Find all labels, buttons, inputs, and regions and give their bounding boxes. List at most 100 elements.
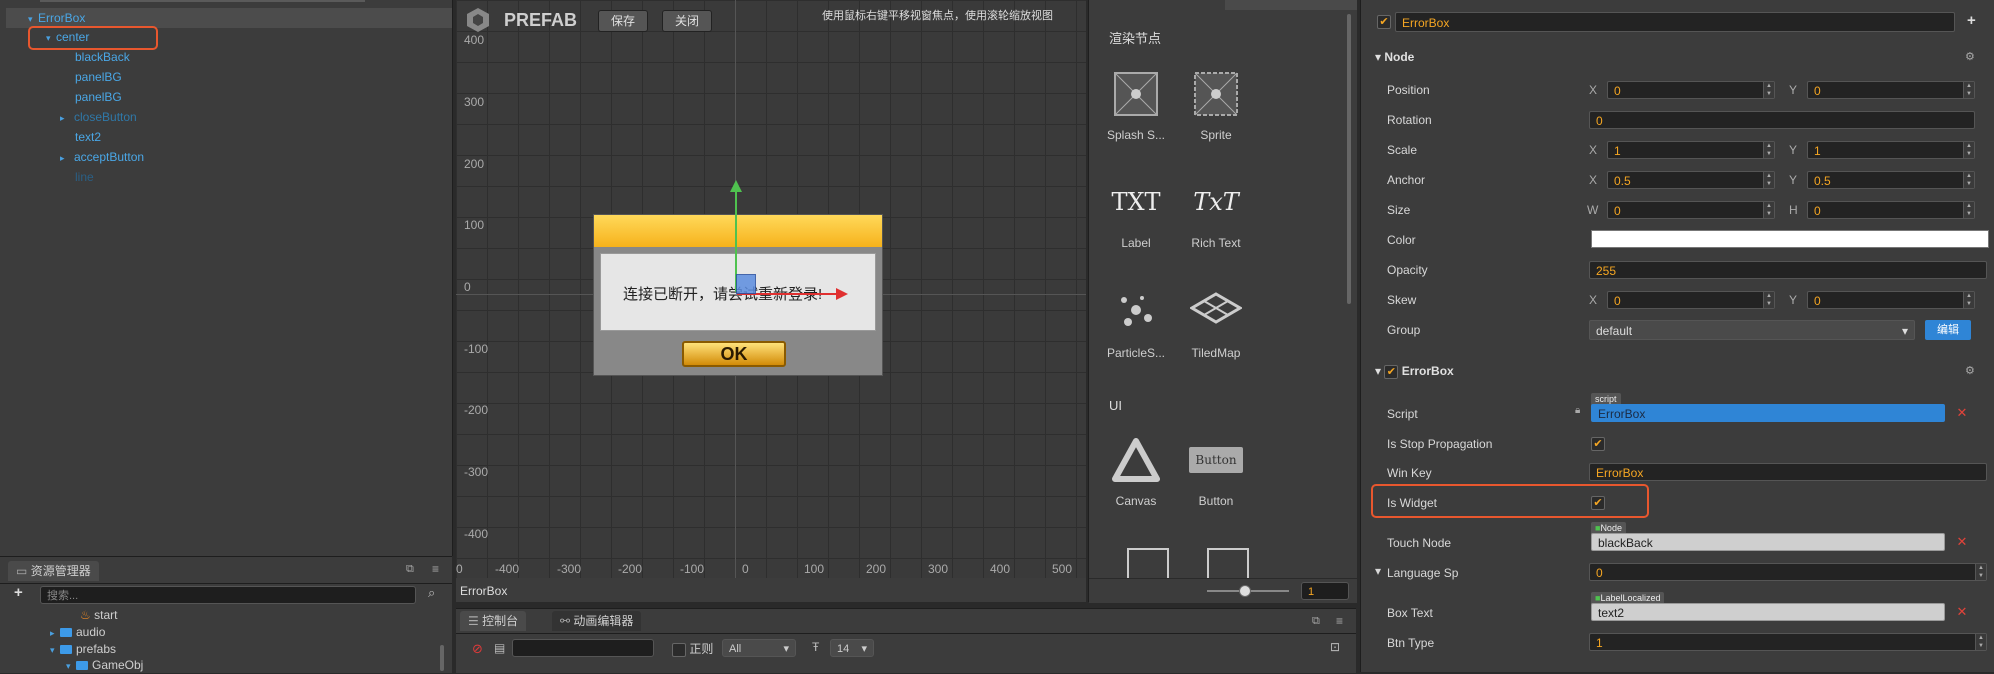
tab-assets[interactable]: ▭ 资源管理器	[8, 561, 99, 581]
scrollbar[interactable]	[440, 645, 444, 671]
add-component-button[interactable]: +	[1967, 12, 1976, 29]
skew-x-input[interactable]: 0 ▲ ▼	[1607, 291, 1775, 309]
language-sp-chevron-icon[interactable]: ▾	[1375, 564, 1381, 578]
console-filter-input[interactable]	[512, 639, 654, 657]
library-item-canvas[interactable]: Canvas	[1101, 434, 1171, 508]
touch-node-field[interactable]: blackBack	[1591, 533, 1945, 551]
expand-arrow-icon[interactable]: ▸	[50, 625, 60, 641]
stop-propagation-toggle[interactable]: ✔	[1591, 436, 1605, 451]
position-y-input[interactable]: 0 ▲ ▼	[1807, 81, 1975, 99]
stepper-icon[interactable]: ▲ ▼	[1763, 142, 1774, 158]
menu-icon[interactable]: ≡	[1336, 614, 1343, 628]
library-item-tiledmap[interactable]: TiledMap	[1181, 286, 1251, 360]
tab-console[interactable]: ☰ 控制台	[460, 611, 527, 631]
node-section-header[interactable]: ▾ Node	[1375, 47, 1414, 67]
scale-x-input[interactable]: 1 ▲ ▼	[1607, 141, 1775, 159]
popout-icon[interactable]: ⧉	[406, 563, 414, 576]
tree-item-acceptbutton[interactable]: ▸ acceptButton	[60, 147, 144, 167]
tree-item-blackback[interactable]: blackBack	[75, 47, 130, 67]
regex-toggle[interactable]: 正则	[672, 640, 713, 657]
gizmo-y-arrow-icon[interactable]	[730, 180, 742, 192]
search-icon[interactable]: ⌕	[428, 585, 435, 601]
clear-touch-node-icon[interactable]: ✕	[1953, 533, 1971, 551]
gizmo-center-handle[interactable]	[736, 274, 756, 294]
stepper-icon[interactable]: ▲ ▼	[1975, 564, 1986, 580]
asset-item-audio[interactable]: ▸ audio	[50, 624, 105, 640]
library-item-button[interactable]: Button Button	[1181, 434, 1251, 508]
position-x-input[interactable]: 0 ▲ ▼	[1607, 81, 1775, 99]
expand-arrow-icon[interactable]: ▾	[50, 642, 60, 658]
asset-item-start[interactable]: ♨ start	[80, 607, 117, 623]
library-item-particle-system[interactable]: ParticleS...	[1101, 286, 1171, 360]
stepper-icon[interactable]: ▲ ▼	[1763, 172, 1774, 188]
asset-item-prefabs[interactable]: ▾ prefabs	[50, 641, 116, 657]
stepper-icon[interactable]: ▲ ▼	[1963, 82, 1974, 98]
save-button[interactable]: 保存	[598, 10, 649, 32]
regex-checkbox[interactable]	[672, 642, 686, 657]
stepper-icon[interactable]: ▲ ▼	[1963, 172, 1974, 188]
rotation-input[interactable]: 0	[1589, 111, 1975, 129]
script-asset-field[interactable]: ErrorBox	[1591, 404, 1945, 422]
tree-item-line[interactable]: line	[75, 167, 94, 187]
clear-icon[interactable]: ⊘	[472, 641, 483, 657]
menu-icon[interactable]: ≡	[432, 562, 439, 576]
popout-icon[interactable]: ⧉	[1312, 615, 1320, 628]
log-file-icon[interactable]: ▤	[494, 641, 505, 655]
edit-group-button[interactable]: 编辑	[1925, 320, 1971, 340]
library-item-splash-sprite[interactable]: Splash S...	[1101, 68, 1171, 142]
group-select[interactable]: default ▾	[1589, 320, 1915, 340]
anchor-x-input[interactable]: 0.5 ▲ ▼	[1607, 171, 1775, 189]
add-asset-button[interactable]: +	[14, 584, 23, 601]
anchor-y-input[interactable]: 0.5 ▲ ▼	[1807, 171, 1975, 189]
expand-arrow-icon[interactable]: ▸	[60, 108, 70, 128]
tree-item-closebutton[interactable]: ▸ closeButton	[60, 107, 137, 127]
language-sp-input[interactable]: 0 ▲ ▼	[1589, 563, 1987, 581]
opacity-input[interactable]: 255	[1589, 261, 1987, 279]
library-item-rich-text[interactable]: TxT Rich Text	[1181, 176, 1251, 250]
stepper-icon[interactable]: ▲ ▼	[1963, 202, 1974, 218]
library-item-sprite[interactable]: Sprite	[1181, 68, 1251, 142]
layout-icon[interactable]	[1127, 548, 1169, 578]
tree-item-text2[interactable]: text2	[75, 127, 101, 147]
btn-type-input[interactable]: 1 ▲ ▼	[1589, 633, 1987, 651]
gizmo-x-arrow-icon[interactable]	[836, 288, 848, 300]
stepper-icon[interactable]: ▲ ▼	[1975, 634, 1986, 650]
tab-animation-editor[interactable]: ⚯ 动画编辑器	[552, 611, 642, 631]
color-swatch[interactable]	[1591, 230, 1989, 248]
gear-icon[interactable]: ⚙	[1965, 50, 1975, 63]
gear-icon[interactable]: ⚙	[1965, 364, 1975, 377]
tree-item-panelbg[interactable]: panelBG	[75, 67, 122, 87]
library-item-label[interactable]: TXT Label	[1101, 176, 1171, 250]
log-level-select[interactable]: All ▾	[722, 639, 796, 657]
zoom-input[interactable]: 1	[1301, 582, 1349, 600]
stop-propagation-checkbox[interactable]: ✔	[1591, 436, 1605, 451]
font-size-select[interactable]: 14 ▾	[830, 639, 874, 657]
asset-item-gameobj[interactable]: ▾ GameObj	[66, 657, 143, 673]
size-h-input[interactable]: 0 ▲ ▼	[1807, 201, 1975, 219]
scale-y-input[interactable]: 1 ▲ ▼	[1807, 141, 1975, 159]
active-checkbox[interactable]: ✔	[1377, 14, 1391, 29]
stepper-icon[interactable]: ▲ ▼	[1763, 292, 1774, 308]
clear-script-icon[interactable]: ✕	[1953, 404, 1971, 422]
stepper-icon[interactable]: ▲ ▼	[1963, 292, 1974, 308]
node-active-toggle[interactable]: ✔	[1377, 14, 1391, 29]
tree-item-panelbg-2[interactable]: panelBG	[75, 87, 122, 107]
scrollview-icon[interactable]	[1207, 548, 1249, 578]
stepper-icon[interactable]: ▲ ▼	[1763, 202, 1774, 218]
component-section-header[interactable]: ▾ ✔ ErrorBox	[1375, 361, 1454, 381]
expand-arrow-icon[interactable]: ▸	[60, 148, 70, 168]
component-enabled-checkbox[interactable]: ✔	[1384, 364, 1399, 379]
skew-y-input[interactable]: 0 ▲ ▼	[1807, 291, 1975, 309]
stepper-icon[interactable]: ▲ ▼	[1963, 142, 1974, 158]
zoom-slider-thumb[interactable]	[1239, 585, 1251, 597]
ok-button[interactable]: OK	[682, 341, 786, 367]
tree-item-errorbox[interactable]: ▾ ErrorBox	[6, 8, 452, 28]
size-w-input[interactable]: 0 ▲ ▼	[1607, 201, 1775, 219]
win-key-input[interactable]: ErrorBox	[1589, 463, 1987, 481]
node-name-input[interactable]: ErrorBox	[1395, 12, 1955, 32]
collapse-icon[interactable]: ⊡	[1330, 640, 1340, 654]
asset-search-input[interactable]: 搜索...	[40, 586, 416, 604]
box-text-field[interactable]: text2	[1591, 603, 1945, 621]
close-button[interactable]: 关闭	[662, 10, 713, 32]
library-scrollbar[interactable]	[1347, 14, 1351, 304]
